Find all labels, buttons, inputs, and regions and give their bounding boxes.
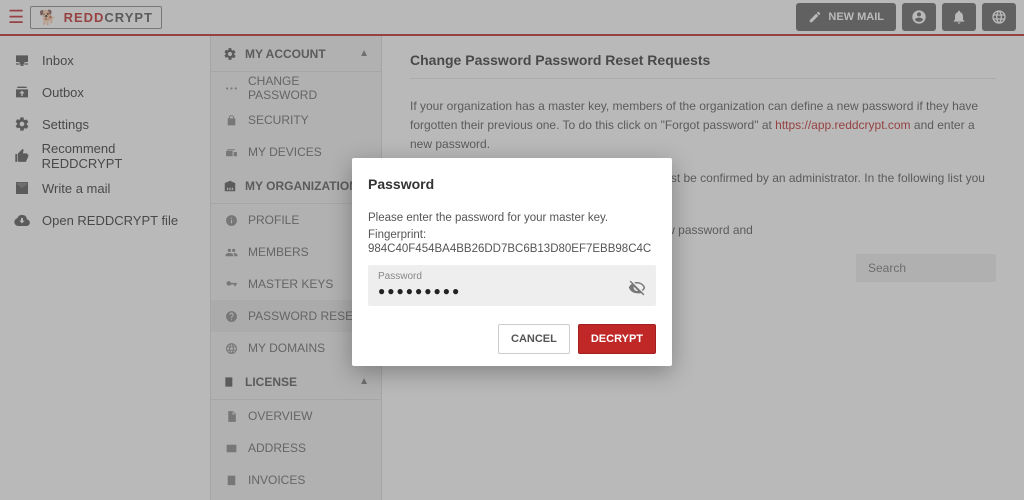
modal-message: Please enter the password for your maste… [368,210,656,227]
fingerprint: Fingerprint: 984C40F454BA4BB26DD7BC6B13D… [368,227,656,255]
password-value: ●●●●●●●●● [378,284,646,298]
modal-title: Password [368,176,656,192]
cancel-button[interactable]: CANCEL [498,324,570,354]
modal-overlay[interactable]: Password Please enter the password for y… [0,0,1024,500]
fp-value: 984C40F454BA4BB26DD7BC6B13D80EF7EBB98C4C [368,243,651,255]
password-field[interactable]: Password ●●●●●●●●● [368,265,656,306]
password-label: Password [378,271,646,282]
decrypt-button[interactable]: DECRYPT [578,324,656,354]
modal-actions: CANCEL DECRYPT [368,324,656,354]
fp-label: Fingerprint: [368,229,426,241]
eye-off-icon [628,279,646,297]
toggle-visibility-button[interactable] [628,279,646,300]
password-modal: Password Please enter the password for y… [352,158,672,366]
